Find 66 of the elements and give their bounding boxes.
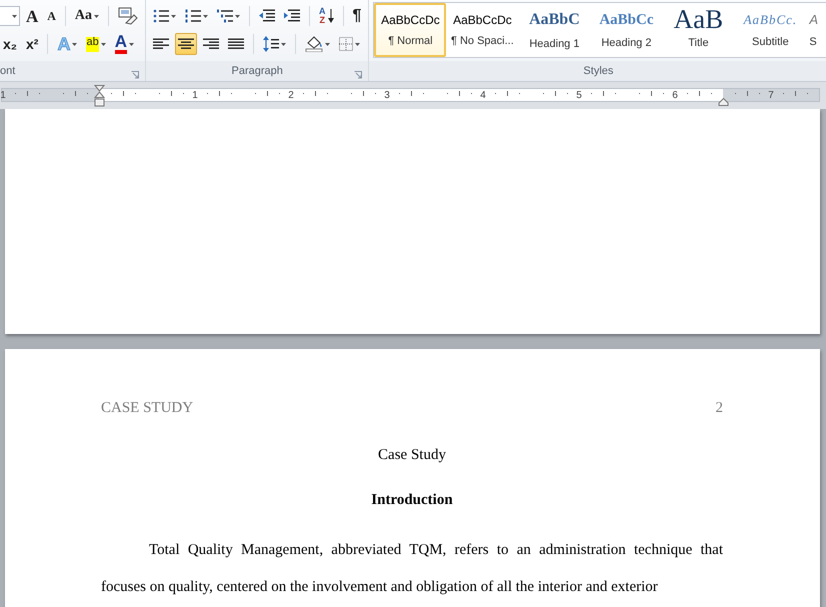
subscript-button[interactable]: x₂ [0, 33, 20, 55]
style-item[interactable]: AaBbCcDc ¶ No Spaci... [446, 3, 518, 57]
style-preview: AaBbCcDc [381, 12, 440, 29]
justify-icon [228, 38, 244, 50]
group-label: Styles [583, 64, 614, 79]
document-title: Case Study [378, 446, 446, 462]
line-spacing-icon [263, 36, 279, 52]
style-name: Heading 2 [601, 36, 652, 51]
style-name: Subtitle [752, 34, 789, 50]
style-item[interactable]: AaBbCcDc ¶ Normal [374, 3, 446, 57]
section-heading: Introduction [371, 492, 453, 508]
ruler-number: 2 [288, 89, 294, 103]
style-item[interactable]: AaBbCc Heading 2 [590, 3, 662, 57]
style-item[interactable]: A S [806, 3, 826, 57]
dialog-launcher-icon [131, 71, 139, 80]
style-item[interactable]: AaBbCc. Subtitle [734, 3, 806, 57]
borders-icon [339, 37, 353, 51]
style-item[interactable]: AaBbC Heading 1 [518, 3, 590, 57]
ruler-number: 7 [768, 89, 774, 103]
bullet-list-icon [153, 9, 169, 23]
style-name: ¶ Normal [388, 34, 433, 49]
increase-indent-icon [284, 9, 300, 23]
ruler-number: 5 [576, 89, 582, 103]
ruler-number: 1 [192, 89, 198, 103]
superscript-button[interactable]: x² [23, 33, 42, 55]
style-preview: AaBbCcDc [453, 12, 512, 29]
dialog-launcher-icon [354, 71, 362, 80]
font-size-field[interactable] [0, 6, 20, 26]
style-preview: AaB [674, 8, 724, 31]
ruler-number: 4 [480, 89, 486, 103]
change-case-button[interactable]: Aa [72, 5, 102, 27]
shrink-font-button[interactable]: A [44, 5, 59, 27]
running-header: CASE STUDY [101, 399, 194, 418]
body-paragraph: Total Quality Management, abbreviated TQM, refers to an administration technique that focuses on quality, centered on the involvement and obligation of all the interior and exterior [101, 540, 723, 596]
align-left-icon [153, 38, 169, 50]
style-preview: AaBbCc [599, 10, 654, 30]
style-preview: AaBbCc. [744, 11, 798, 29]
style-name: Heading 1 [529, 36, 580, 52]
down-arrow-icon [328, 9, 334, 23]
align-center-icon [178, 38, 194, 50]
paint-bucket-icon [305, 36, 323, 52]
show-marks-button[interactable]: ¶ [350, 5, 364, 27]
grow-font-button[interactable]: A [22, 5, 42, 27]
ruler-number: 3 [384, 89, 390, 103]
font-color-button[interactable]: A [112, 33, 137, 55]
highlight-button[interactable]: ab [83, 33, 109, 55]
ruler-number: 6 [672, 89, 678, 103]
sort-button[interactable]: A Z [316, 5, 336, 27]
page-number: 2 [716, 399, 723, 418]
eraser-icon [118, 7, 138, 25]
style-name: Title [688, 36, 709, 51]
align-right-icon [203, 38, 219, 50]
decrease-indent-icon [259, 9, 275, 23]
style-preview: A [809, 11, 818, 29]
group-label: Paragraph [232, 64, 283, 79]
align-center-button[interactable] [175, 33, 197, 55]
numbered-list-icon [185, 9, 201, 23]
indent-marker[interactable] [94, 85, 105, 107]
group-label: ont [0, 64, 16, 79]
style-item[interactable]: AaB Title [662, 3, 734, 57]
style-name: ¶ No Spaci... [451, 34, 514, 49]
style-preview: AaBbC [529, 10, 580, 30]
ruler-number: 1 [0, 89, 6, 103]
multilevel-list-icon [217, 9, 233, 23]
style-name: S [809, 34, 817, 50]
caret-icon [12, 14, 17, 18]
